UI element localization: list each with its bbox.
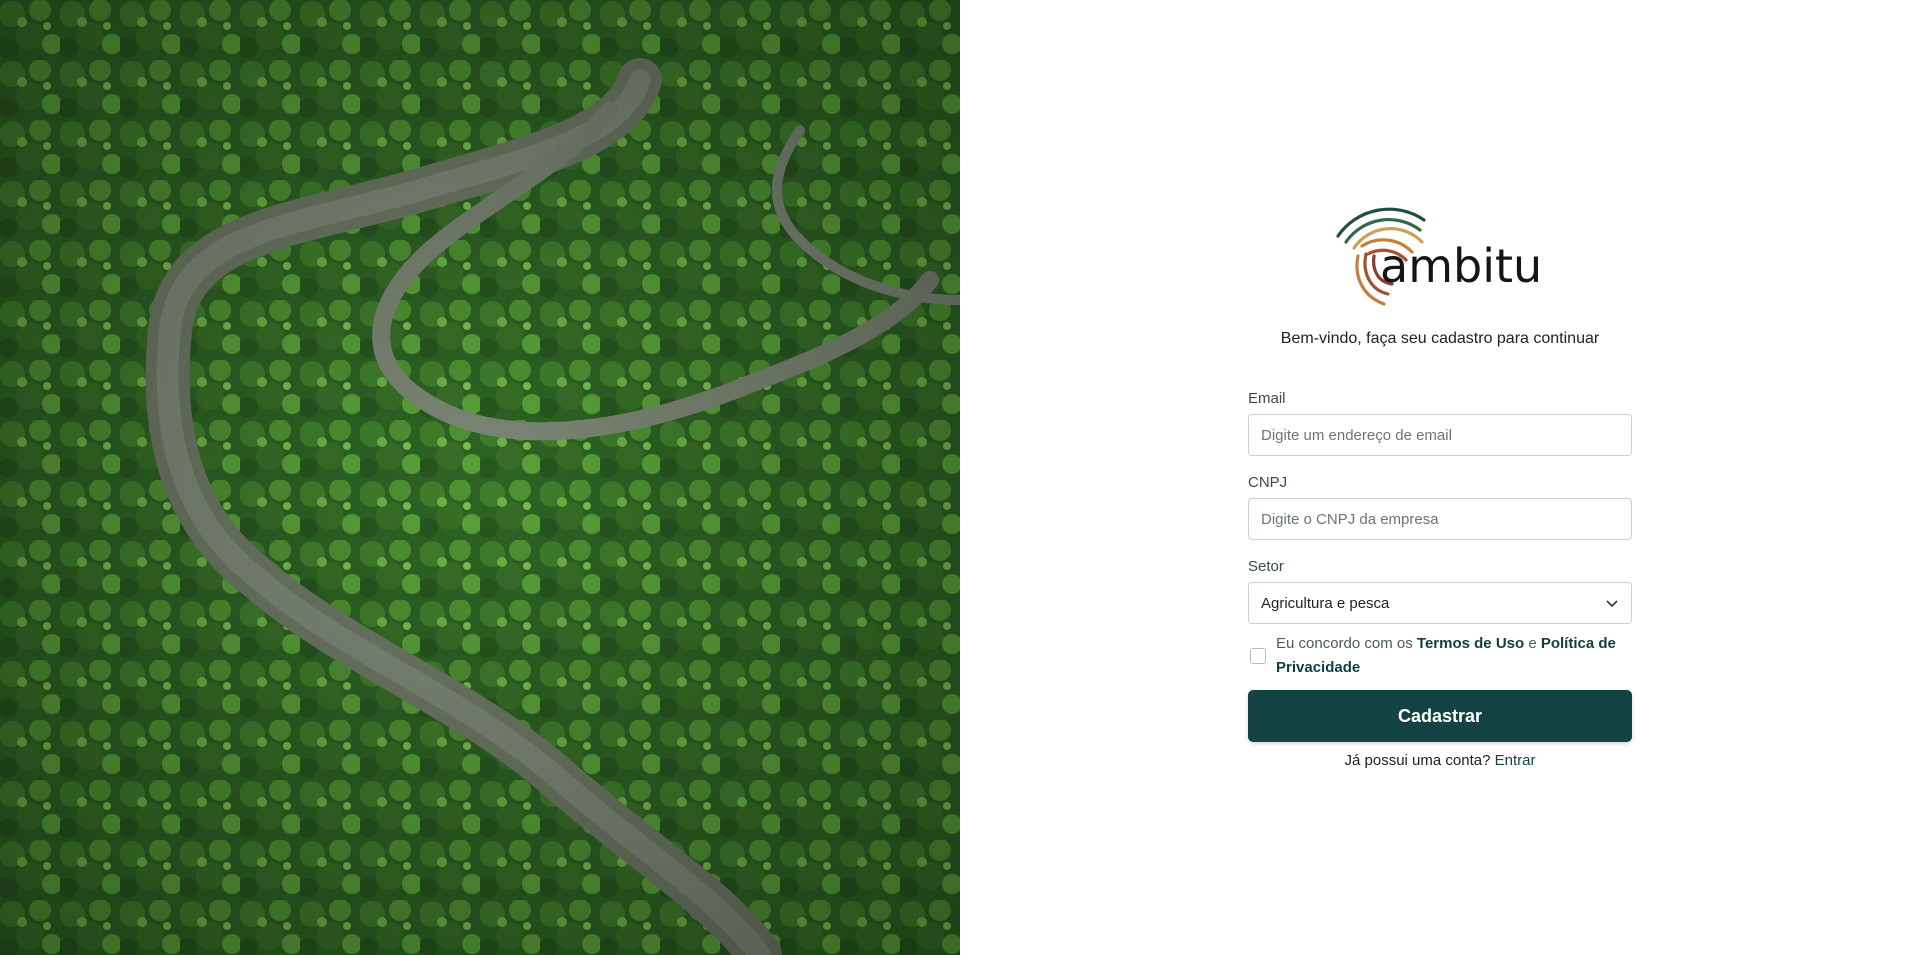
sector-group: Setor Agricultura e pesca <box>1248 558 1632 624</box>
terms-agreement: Eu concordo com os Termos de Uso e Polít… <box>1248 632 1632 680</box>
ambitus-logo: ambitus <box>1336 207 1542 306</box>
signup-form: Email CNPJ Setor Agricultura e pesca Eu … <box>1248 390 1632 769</box>
signin-prompt: Já possui uma conta? Entrar <box>1248 752 1632 769</box>
sector-select[interactable]: Agricultura e pesca <box>1248 582 1632 624</box>
email-label: Email <box>1248 390 1286 407</box>
hero-forest-image <box>0 0 960 955</box>
submit-button[interactable]: Cadastrar <box>1248 690 1632 742</box>
have-account-text: Já possui uma conta? <box>1344 752 1495 769</box>
sector-label: Setor <box>1248 558 1284 575</box>
cnpj-field[interactable] <box>1248 498 1632 540</box>
welcome-text: Bem-vindo, faça seu cadastro para contin… <box>1280 330 1600 347</box>
terms-and: e <box>1524 635 1541 652</box>
cnpj-group: CNPJ <box>1248 474 1632 540</box>
cnpj-label: CNPJ <box>1248 474 1288 491</box>
terms-checkbox[interactable] <box>1250 648 1266 664</box>
terms-prefix: Eu concordo com os <box>1276 635 1417 652</box>
email-group: Email <box>1248 390 1632 456</box>
email-field[interactable] <box>1248 414 1632 456</box>
svg-text:ambitus: ambitus <box>1380 239 1542 293</box>
terms-text: Eu concordo com os Termos de Uso e Polít… <box>1276 632 1632 680</box>
login-link[interactable]: Entrar <box>1495 752 1536 769</box>
terms-of-use-link[interactable]: Termos de Uso <box>1417 635 1524 652</box>
chevron-down-icon <box>1606 600 1618 608</box>
sector-selected-value: Agricultura e pesca <box>1261 594 1390 612</box>
